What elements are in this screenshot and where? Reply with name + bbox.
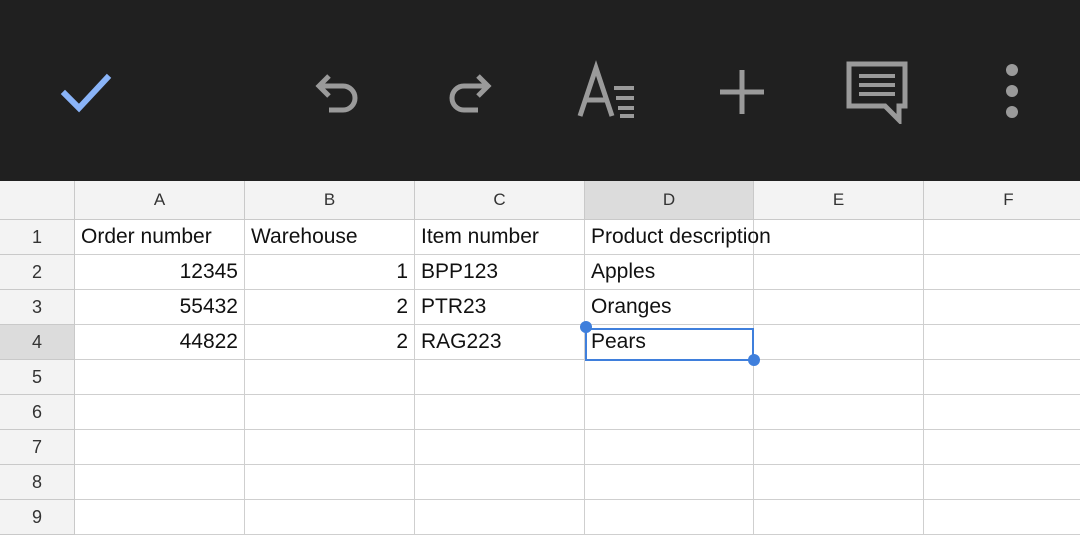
row-header[interactable]: 1 xyxy=(0,220,75,255)
cell-f6[interactable] xyxy=(924,395,1080,430)
row-header[interactable]: 4 xyxy=(0,325,75,360)
cell-d8[interactable] xyxy=(585,465,754,500)
cell-e4[interactable] xyxy=(754,325,924,360)
row-header[interactable]: 6 xyxy=(0,395,75,430)
cell-b5[interactable] xyxy=(245,360,415,395)
cell-b7[interactable] xyxy=(245,430,415,465)
cell-a5[interactable] xyxy=(75,360,245,395)
table-row: 3 55432 2 PTR23 Oranges xyxy=(0,290,1080,325)
cell-c6[interactable] xyxy=(415,395,585,430)
cell-b4[interactable]: 2 xyxy=(245,325,415,360)
cell-b6[interactable] xyxy=(245,395,415,430)
cell-c9[interactable] xyxy=(415,500,585,535)
table-row: 2 12345 1 BPP123 Apples xyxy=(0,255,1080,290)
spreadsheet-grid: A B C D E F 1 Order number Warehouse Item number P… xyxy=(0,181,1080,546)
selection-handle-end[interactable] xyxy=(748,354,760,366)
cell-f5[interactable] xyxy=(924,360,1080,395)
cell-b1[interactable]: Warehouse xyxy=(245,220,415,255)
row-header[interactable]: 9 xyxy=(0,500,75,535)
cell-a3[interactable]: 55432 xyxy=(75,290,245,325)
cell-d6[interactable] xyxy=(585,395,754,430)
cell-c3[interactable]: PTR23 xyxy=(415,290,585,325)
cell-e1[interactable] xyxy=(754,220,924,255)
editing-toolbar xyxy=(0,0,1080,181)
table-row: 4 44822 2 RAG223 Pears xyxy=(0,325,1080,360)
comment-icon[interactable] xyxy=(845,60,909,124)
cell-e5[interactable] xyxy=(754,360,924,395)
cell-f2[interactable] xyxy=(924,255,1080,290)
cell-a8[interactable] xyxy=(75,465,245,500)
redo-icon[interactable] xyxy=(438,60,502,124)
cell-a7[interactable] xyxy=(75,430,245,465)
cell-f3[interactable] xyxy=(924,290,1080,325)
cell-f9[interactable] xyxy=(924,500,1080,535)
insert-icon[interactable] xyxy=(710,60,774,124)
cell-c8[interactable] xyxy=(415,465,585,500)
cell-d9[interactable] xyxy=(585,500,754,535)
cell-a6[interactable] xyxy=(75,395,245,430)
cell-b2[interactable]: 1 xyxy=(245,255,415,290)
more-vert-icon[interactable] xyxy=(980,60,1044,124)
row-header[interactable]: 8 xyxy=(0,465,75,500)
selection-handle-start[interactable] xyxy=(580,321,592,333)
cell-b3[interactable]: 2 xyxy=(245,290,415,325)
select-all-corner[interactable] xyxy=(0,181,75,220)
cell-b9[interactable] xyxy=(245,500,415,535)
row-header[interactable]: 5 xyxy=(0,360,75,395)
cell-c4[interactable]: RAG223 xyxy=(415,325,585,360)
cell-e8[interactable] xyxy=(754,465,924,500)
cell-d5[interactable] xyxy=(585,360,754,395)
table-row: 7 xyxy=(0,430,1080,465)
table-row: 9 xyxy=(0,500,1080,535)
cell-a9[interactable] xyxy=(75,500,245,535)
cell-e7[interactable] xyxy=(754,430,924,465)
table-row: 8 xyxy=(0,465,1080,500)
cell-e2[interactable] xyxy=(754,255,924,290)
check-icon[interactable] xyxy=(53,60,117,124)
cell-e6[interactable] xyxy=(754,395,924,430)
cell-d1[interactable]: Product description xyxy=(585,220,771,255)
row-header[interactable]: 3 xyxy=(0,290,75,325)
cell-f1[interactable] xyxy=(924,220,1080,255)
cell-a1[interactable]: Order number xyxy=(75,220,245,255)
cell-d4[interactable]: Pears xyxy=(585,325,754,360)
text-format-icon[interactable] xyxy=(574,60,638,124)
cell-f7[interactable] xyxy=(924,430,1080,465)
cell-d3[interactable]: Oranges xyxy=(585,290,754,325)
cell-c5[interactable] xyxy=(415,360,585,395)
cell-d7[interactable] xyxy=(585,430,754,465)
cell-e9[interactable] xyxy=(754,500,924,535)
column-header-b[interactable]: B xyxy=(245,181,415,220)
cell-f4[interactable] xyxy=(924,325,1080,360)
cell-c7[interactable] xyxy=(415,430,585,465)
column-header-f[interactable]: F xyxy=(924,181,1080,220)
cell-a2[interactable]: 12345 xyxy=(75,255,245,290)
cell-e3[interactable] xyxy=(754,290,924,325)
cell-c2[interactable]: BPP123 xyxy=(415,255,585,290)
column-header-d[interactable]: D xyxy=(585,181,754,220)
column-header-e[interactable]: E xyxy=(754,181,924,220)
table-row: 5 xyxy=(0,360,1080,395)
row-header[interactable]: 7 xyxy=(0,430,75,465)
column-header-c[interactable]: C xyxy=(415,181,585,220)
cell-d2[interactable]: Apples xyxy=(585,255,754,290)
cell-f8[interactable] xyxy=(924,465,1080,500)
table-row: 1 Order number Warehouse Item number Product… xyxy=(0,220,1080,255)
undo-icon[interactable] xyxy=(305,60,369,124)
cell-c1[interactable]: Item number xyxy=(415,220,585,255)
column-header-a[interactable]: A xyxy=(75,181,245,220)
cell-b8[interactable] xyxy=(245,465,415,500)
table-row: 6 xyxy=(0,395,1080,430)
cell-a4[interactable]: 44822 xyxy=(75,325,245,360)
row-header[interactable]: 2 xyxy=(0,255,75,290)
